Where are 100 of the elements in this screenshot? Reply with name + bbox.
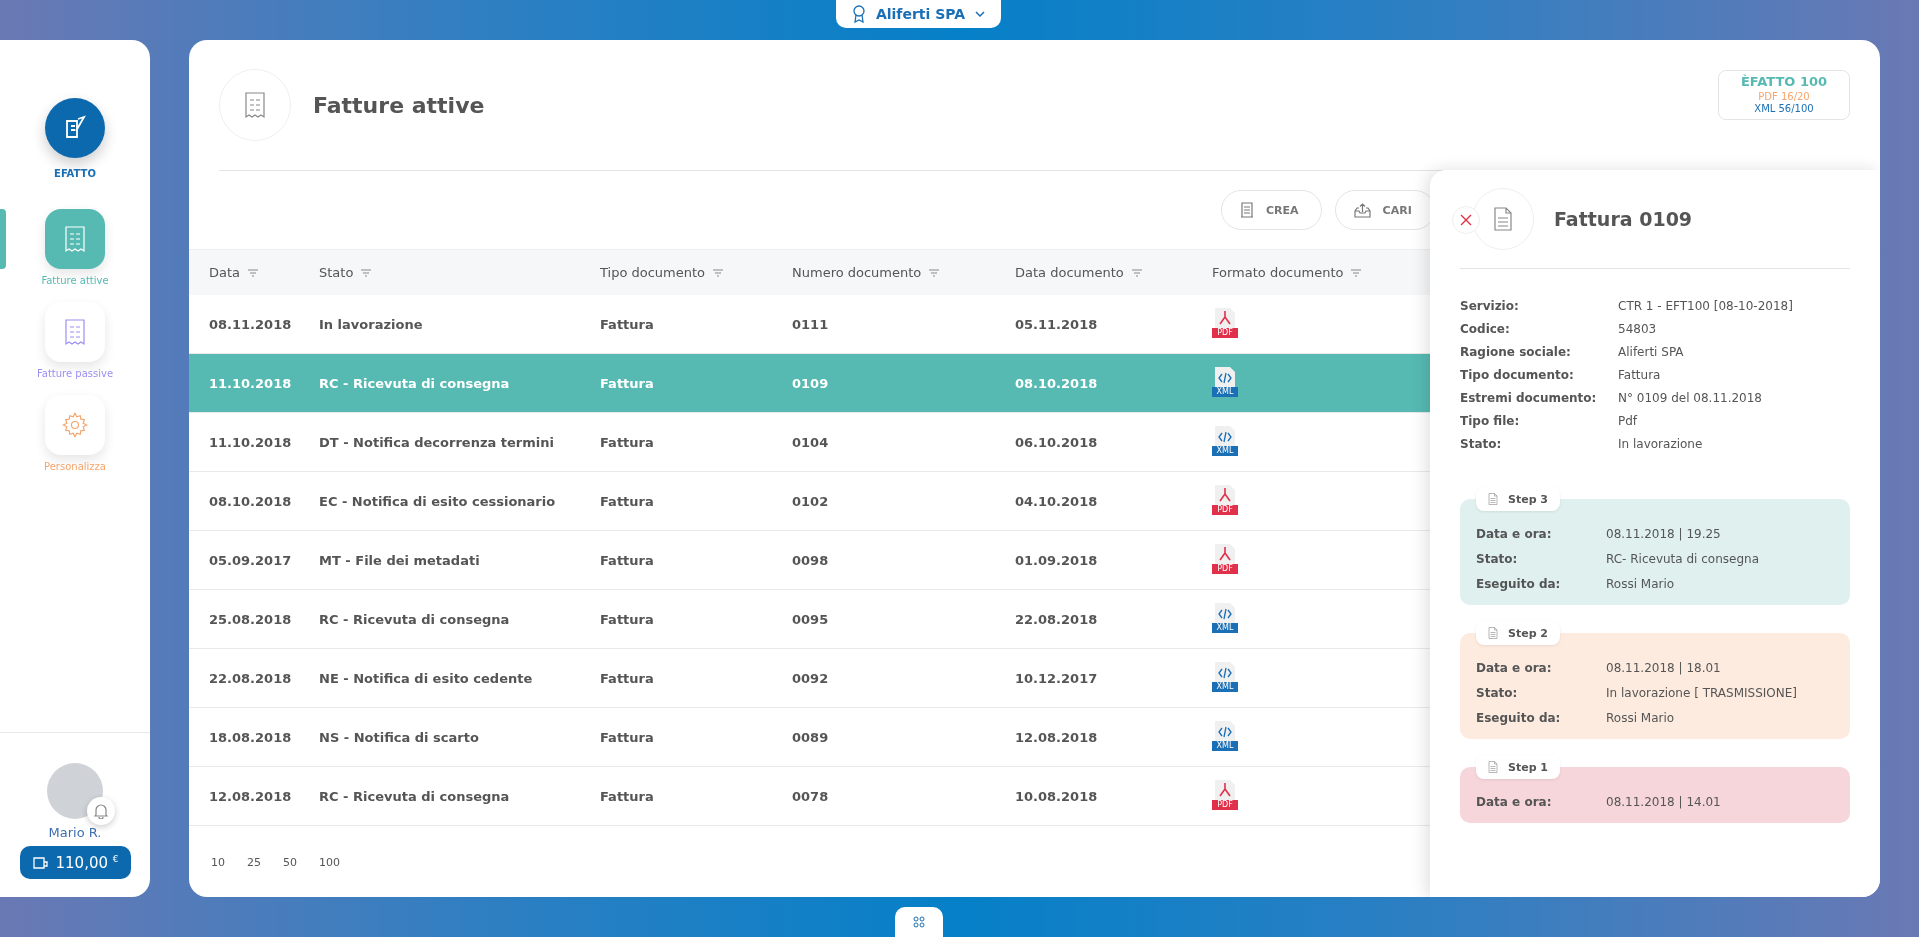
logo-icon[interactable] <box>45 98 105 158</box>
chevron-down-icon <box>975 11 986 17</box>
table-cell-text: 10.08.2018 <box>1015 788 1099 804</box>
field-value: 54803 <box>1618 322 1658 336</box>
column-header[interactable]: Data <box>209 265 241 280</box>
page-size-option[interactable]: 10 <box>211 856 225 869</box>
table-cell-text: 25.08.2018 <box>209 611 293 627</box>
field-value: RC- Ricevuta di consegna <box>1606 552 1761 566</box>
balance-button[interactable]: 110,00 $^{€}$ <box>19 846 131 879</box>
table-cell-text: RC - Ricevuta di consegna <box>319 788 511 804</box>
field-label: Stato: <box>1476 686 1519 700</box>
column-header[interactable]: Tipo documento <box>600 265 706 280</box>
table-cell-text: 22.08.2018 <box>209 670 293 686</box>
active-indicator <box>0 209 6 269</box>
field-label: Stato: <box>1476 552 1519 566</box>
table-cell-text: NE - Notifica di esito cedente <box>319 670 534 686</box>
action-button[interactable]: CREA <box>1221 190 1322 230</box>
table-cell-text: 11.10.2018 <box>209 375 293 391</box>
table-cell-text: 11.10.2018 <box>209 434 293 450</box>
table-cell-text: Fattura <box>600 434 655 450</box>
panel-title: Fattura 0109 <box>1554 208 1693 230</box>
receipt-icon <box>63 318 87 346</box>
document-icon <box>1488 493 1498 505</box>
field-label: Data e ora: <box>1476 795 1553 809</box>
table-cell-text: 0095 <box>792 611 830 627</box>
table-cell-text: Fattura <box>600 493 655 509</box>
table-cell-text: Fattura <box>600 375 655 391</box>
column-header[interactable]: Formato documento <box>1212 265 1344 280</box>
field-label: Codice: <box>1460 322 1511 336</box>
page-size-option[interactable]: 25 <box>247 856 261 869</box>
table-cell-text: 08.11.2018 <box>209 316 293 332</box>
table-cell-text: 0092 <box>792 670 830 686</box>
column-header[interactable]: Stato <box>319 265 354 280</box>
table-cell-text: RC - Ricevuta di consegna <box>319 375 511 391</box>
field-label: Data e ora: <box>1476 661 1553 675</box>
table-cell-text: 01.09.2018 <box>1015 552 1099 568</box>
wallet-icon <box>31 855 48 870</box>
step-label: Step 2 <box>1508 626 1548 640</box>
table-cell-text: 0104 <box>792 434 830 450</box>
column-header[interactable]: Numero documento <box>792 265 922 280</box>
step-label: Step 3 <box>1508 492 1548 506</box>
field-value: 08.11.2018 | 18.01 <box>1606 661 1722 675</box>
table-cell-text: 0089 <box>792 729 830 745</box>
counter-text: PDF 16/20 <box>1758 90 1810 104</box>
table-cell-text: Fattura <box>600 729 655 745</box>
field-value: CTR 1 - EFT100 [08-10-2018] <box>1618 299 1794 313</box>
filter-icon[interactable] <box>713 268 724 277</box>
page-size-option[interactable]: 50 <box>283 856 297 869</box>
field-value: N° 0109 del 08.11.2018 <box>1618 391 1763 405</box>
filter-icon[interactable] <box>361 268 372 277</box>
table-cell-text: 22.08.2018 <box>1015 611 1099 627</box>
receipt-icon <box>63 225 87 253</box>
table-cell-text: MT - File dei metadati <box>319 552 481 568</box>
receipt-icon <box>243 91 267 119</box>
table-cell-text: 0102 <box>792 493 830 509</box>
close-icon[interactable] <box>1452 206 1480 234</box>
field-value: In lavorazione [ TRASMISSIONE] <box>1606 686 1798 700</box>
filter-icon[interactable] <box>1351 268 1362 277</box>
table-cell-text: Fattura <box>600 788 655 804</box>
page-size-option[interactable]: 100 <box>319 856 340 869</box>
filter-icon[interactable] <box>929 268 940 277</box>
avatar[interactable] <box>47 763 103 819</box>
table-cell-text: 12.08.2018 <box>209 788 293 804</box>
filter-icon[interactable] <box>248 268 259 277</box>
gear-icon <box>61 411 89 439</box>
table-cell-text: 0109 <box>792 375 830 391</box>
document-icon <box>1488 761 1498 773</box>
table-cell-text: 18.08.2018 <box>209 729 293 745</box>
table-cell-text: RC - Ricevuta di consegna <box>319 611 511 627</box>
table-cell-text: Fattura <box>600 552 655 568</box>
column-header[interactable]: Data documento <box>1015 265 1124 280</box>
table-cell-text: In lavorazione <box>319 316 424 332</box>
table-cell-text: 05.11.2018 <box>1015 316 1099 332</box>
document-icon <box>1488 627 1498 639</box>
table-cell-text: EC - Notifica di esito cessionario <box>319 493 557 509</box>
apps-icon[interactable] <box>894 907 943 937</box>
field-value: Rossi Mario <box>1606 711 1676 725</box>
table-cell-text: Fattura <box>600 670 655 686</box>
table-cell-text: 08.10.2018 <box>1015 375 1099 391</box>
field-value: In lavorazione <box>1618 437 1704 451</box>
field-value: Fattura <box>1618 368 1662 382</box>
table-cell-text: 0078 <box>792 788 830 804</box>
upload-tray-icon <box>1353 202 1371 218</box>
field-label: Estremi documento: <box>1460 391 1598 405</box>
field-value: 08.11.2018 | 14.01 <box>1606 795 1722 809</box>
table-cell-text: 06.10.2018 <box>1015 434 1099 450</box>
table-cell-text: 05.09.2017 <box>209 552 293 568</box>
field-label: Servizio: <box>1460 299 1520 313</box>
bell-icon[interactable] <box>87 797 115 825</box>
table-cell-text: 0111 <box>792 316 830 332</box>
table-cell-text: 08.10.2018 <box>209 493 293 509</box>
filter-icon[interactable] <box>1131 268 1142 277</box>
field-label: Eseguito da: <box>1476 577 1562 591</box>
table-cell-text: Fattura <box>600 316 655 332</box>
company-switcher[interactable]: Aliferti SPA <box>835 0 1002 28</box>
field-label: Stato: <box>1460 437 1503 451</box>
award-icon <box>851 5 866 23</box>
field-value: Pdf <box>1618 414 1639 428</box>
table-cell-text: 0098 <box>792 552 830 568</box>
field-label: Eseguito da: <box>1476 711 1562 725</box>
